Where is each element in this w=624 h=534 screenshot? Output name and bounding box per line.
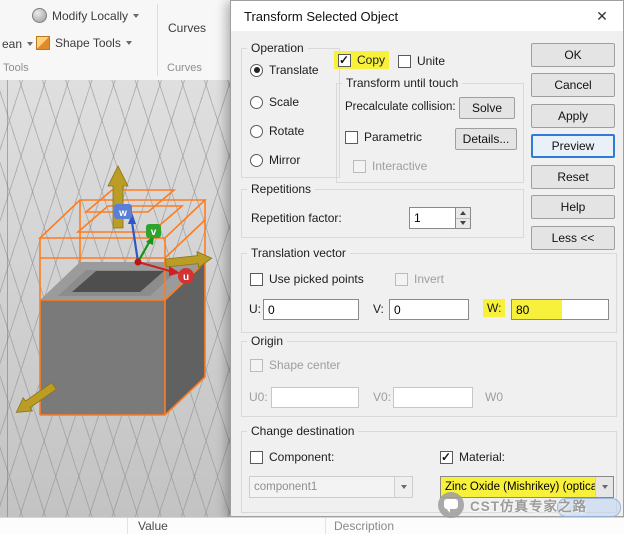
- u0-label: U0:: [249, 390, 268, 404]
- checkbox-icon: [345, 130, 358, 144]
- close-icon[interactable]: ✕: [591, 6, 613, 26]
- translation-vector-group: [241, 253, 617, 333]
- chevron-down-icon: [125, 41, 132, 45]
- chevron-down-icon[interactable]: [595, 477, 613, 497]
- v0-input: [393, 387, 473, 408]
- apply-button[interactable]: Apply: [531, 104, 615, 128]
- boolean-label: ean: [2, 37, 23, 51]
- wechat-bubble-icon: [438, 492, 464, 518]
- shape-tools-label: Shape Tools: [55, 36, 121, 50]
- modify-locally-icon: [32, 8, 47, 23]
- watermark: CST仿真专家之路: [438, 492, 587, 518]
- u-label: U:: [249, 302, 261, 316]
- preview-button[interactable]: Preview: [531, 134, 615, 158]
- ok-button[interactable]: OK: [531, 43, 615, 67]
- solve-button[interactable]: Solve: [459, 97, 515, 119]
- interactive-checkbox: Interactive: [353, 159, 427, 173]
- reset-button[interactable]: Reset: [531, 165, 615, 189]
- touch-legend: Transform until touch: [342, 76, 463, 90]
- checkbox-icon: [338, 53, 351, 67]
- radio-scale[interactable]: Scale: [250, 95, 299, 109]
- curves-label: Curves: [168, 21, 207, 35]
- u0-input: [271, 387, 359, 408]
- checkbox-icon: [250, 358, 263, 372]
- ribbon-item-shape-tools[interactable]: Shape Tools: [36, 36, 132, 50]
- checkbox-icon: [353, 159, 366, 173]
- column-divider: [325, 518, 326, 534]
- help-button[interactable]: Help: [531, 195, 615, 219]
- transform-dialog[interactable]: Transform Selected Object ✕ OK Cancel Ap…: [230, 0, 624, 517]
- radio-rotate[interactable]: Rotate: [250, 124, 304, 138]
- v-label: V:: [373, 302, 384, 316]
- v-input[interactable]: [389, 299, 469, 320]
- radio-mirror[interactable]: Mirror: [250, 153, 300, 167]
- axis-v-label: v: [151, 227, 157, 238]
- details-button[interactable]: Details...: [455, 128, 517, 150]
- translation-legend: Translation vector: [247, 246, 350, 260]
- operation-legend: Operation: [247, 41, 308, 55]
- dialog-title: Transform Selected Object: [244, 8, 399, 24]
- 3d-viewport[interactable]: w v u: [0, 80, 230, 517]
- repetition-factor-label: Repetition factor:: [251, 211, 342, 225]
- u-input[interactable]: [263, 299, 359, 320]
- spinner-down-icon[interactable]: [456, 217, 470, 229]
- modify-locally-label: Modify Locally: [52, 8, 129, 23]
- repetition-factor-input[interactable]: [409, 207, 456, 229]
- destination-legend: Change destination: [247, 424, 359, 438]
- ribbon-item-modify-locally[interactable]: Modify Locally: [32, 8, 140, 23]
- component-checkbox[interactable]: Component:: [250, 450, 334, 464]
- shape-tools-icon: [36, 36, 50, 50]
- ribbon-group-tools: Tools: [3, 62, 29, 74]
- radio-icon: [250, 95, 263, 109]
- origin-legend: Origin: [247, 334, 288, 348]
- precalc-label: Precalculate collision:: [345, 101, 456, 113]
- ribbon-item-curves[interactable]: Curves: [168, 21, 206, 35]
- repetitions-legend: Repetitions: [247, 182, 316, 196]
- column-header-description: Description: [334, 519, 395, 533]
- 3d-object-canvas: w v u: [15, 165, 213, 416]
- checkbox-icon: [250, 450, 263, 464]
- checkbox-icon: [395, 272, 408, 286]
- parameter-list-header: Value Description: [0, 517, 624, 534]
- checkbox-icon: [250, 272, 263, 286]
- watermark-text: CST仿真专家之路: [470, 499, 587, 514]
- chevron-down-icon: [133, 13, 140, 18]
- parametric-checkbox[interactable]: Parametric: [345, 130, 422, 144]
- copy-checkbox[interactable]: Copy: [334, 51, 390, 69]
- chevron-down-icon: [394, 477, 412, 497]
- box-front-face: [40, 300, 165, 415]
- column-header-value: Value: [138, 519, 168, 533]
- column-divider: [127, 518, 128, 534]
- radio-icon: [250, 153, 263, 167]
- material-checkbox[interactable]: Material:: [440, 450, 505, 464]
- spinner-up-icon[interactable]: [456, 208, 470, 218]
- repetition-factor-spinner[interactable]: [456, 207, 471, 229]
- v0-label: V0:: [373, 390, 392, 404]
- checkbox-icon: [440, 450, 453, 464]
- cancel-button[interactable]: Cancel: [531, 73, 615, 97]
- shape-center-checkbox: Shape center: [250, 358, 340, 372]
- dialog-titlebar[interactable]: Transform Selected Object: [231, 1, 623, 31]
- component-dropdown: component1: [249, 476, 413, 498]
- w0-label: W0: [485, 390, 503, 404]
- less-button[interactable]: Less <<: [531, 226, 615, 250]
- ribbon-group-curves: Curves: [167, 62, 202, 74]
- w-input[interactable]: [511, 299, 609, 320]
- axis-w-label: w: [118, 208, 127, 219]
- invert-checkbox: Invert: [395, 272, 444, 286]
- w-label: W:: [483, 299, 506, 317]
- checkbox-icon: [398, 54, 411, 68]
- ribbon-separator: [157, 4, 158, 76]
- ribbon-item-boolean-partial[interactable]: ean: [2, 37, 34, 51]
- unite-checkbox[interactable]: Unite: [398, 54, 445, 68]
- radio-translate[interactable]: Translate: [250, 63, 319, 77]
- use-picked-points-checkbox[interactable]: Use picked points: [250, 272, 364, 286]
- axis-u-label: u: [183, 272, 189, 283]
- chevron-down-icon: [27, 42, 34, 46]
- radio-icon: [250, 124, 263, 138]
- radio-icon: [250, 63, 263, 77]
